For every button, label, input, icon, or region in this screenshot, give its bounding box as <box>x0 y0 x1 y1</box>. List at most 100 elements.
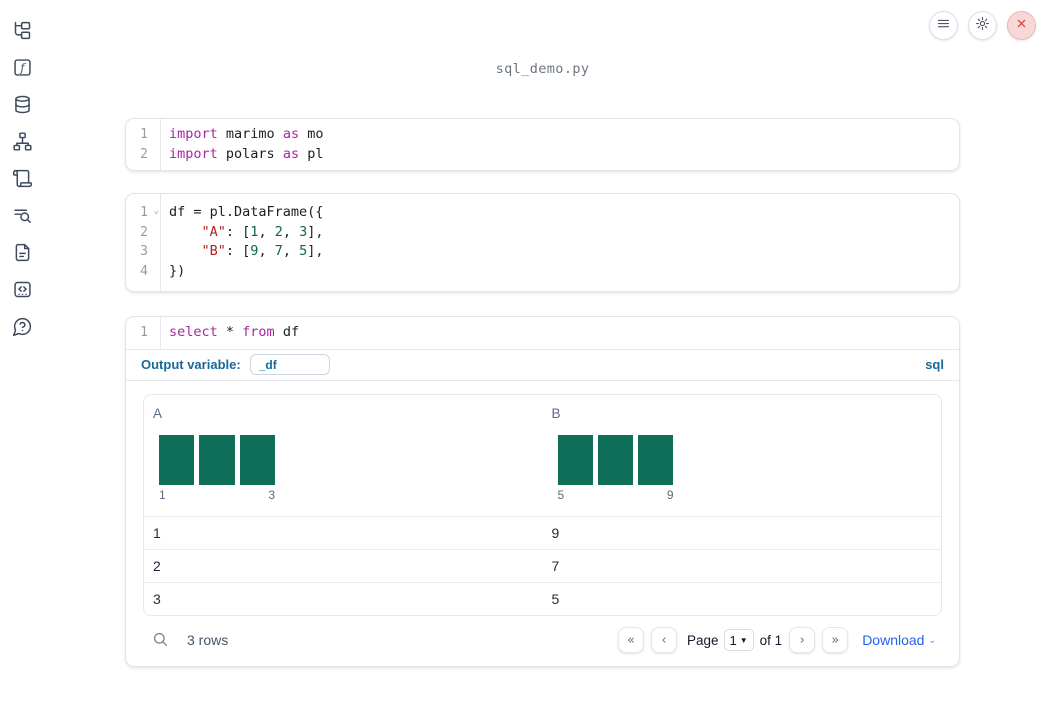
histogram-bar <box>597 434 634 485</box>
list-search-icon <box>12 205 33 231</box>
last-page-button[interactable]: » <box>822 627 849 654</box>
scroll-icon <box>12 168 33 194</box>
search-icon <box>151 633 170 653</box>
line-number: 2 <box>140 224 148 240</box>
code-line: "A": [1, 2, 3], <box>201 223 324 240</box>
column-name: B <box>551 405 561 421</box>
sidebar-item-variables[interactable]: f <box>11 59 33 81</box>
sidebar-item-file-explorer[interactable] <box>11 20 33 46</box>
code-line: select * from df <box>169 324 300 340</box>
row-count: 3 rows <box>187 632 229 649</box>
histogram-min-label: 5 <box>557 487 565 502</box>
download-label: Download <box>862 632 925 649</box>
notebook-filename: sql_demo.py <box>495 61 590 77</box>
sidebar-item-data-sources[interactable] <box>11 94 33 120</box>
chevrons-right-icon: » <box>831 632 840 648</box>
previous-page-button[interactable]: ‹ <box>650 627 677 654</box>
table-row[interactable]: 19 <box>144 515 941 549</box>
histogram-bar <box>159 434 195 485</box>
table-cell: 1 <box>153 524 161 541</box>
table-cell: 5 <box>551 590 560 607</box>
svg-text:f: f <box>19 60 26 74</box>
output-variable-input[interactable] <box>249 354 330 376</box>
gutter: 1 ⌄ 2 3 4 <box>126 194 161 291</box>
column-header-b[interactable]: B 5 9 <box>543 395 942 516</box>
histogram-labels: 1 3 <box>159 488 275 502</box>
column-histogram <box>557 434 674 485</box>
pagination: « ‹ Page 1 ▼ of 1 › » Download ⌄ <box>611 627 942 654</box>
code-lines[interactable]: select * from df <box>161 317 959 349</box>
cell-output: A 1 3 B 5 9 1 9 2 7 3 5 3 rows « ‹ Page … <box>126 379 959 666</box>
code-line: df = pl.DataFrame({ <box>169 204 324 220</box>
code-line: "B": [9, 7, 5], <box>201 243 324 260</box>
sidebar-item-search-logs[interactable] <box>11 207 33 229</box>
next-page-button[interactable]: › <box>789 627 816 654</box>
gear-icon <box>975 16 990 36</box>
column-histogram <box>159 434 275 485</box>
settings-button[interactable] <box>968 11 997 40</box>
code-line: import polars as pl <box>169 145 324 162</box>
search-button[interactable] <box>151 630 171 650</box>
histogram-min-label: 1 <box>159 487 166 502</box>
chevron-right-icon: › <box>799 632 805 648</box>
line-number: 3 <box>140 244 148 260</box>
sidebar-item-logs[interactable] <box>11 168 33 194</box>
notebook: sql_demo.py 12 import marimo as mo import… <box>125 0 960 713</box>
download-button[interactable]: Download ⌄ <box>862 632 936 648</box>
histogram-bar <box>638 434 674 485</box>
sidebar-item-dependencies[interactable] <box>11 131 33 157</box>
table-header: A 1 3 B 5 9 <box>144 395 941 516</box>
code-line: }) <box>169 263 186 280</box>
histogram-bar <box>557 434 593 485</box>
chevron-down-icon: ▼ <box>739 635 748 645</box>
shutdown-button[interactable] <box>1007 11 1036 40</box>
page-label: Page <box>686 632 719 648</box>
page-select-value: 1 <box>729 632 737 648</box>
code-cell-dataframe: 1 ⌄ 2 3 4 df = pl.DataFrame({ "A": [1, 2, 3]… <box>125 193 960 292</box>
code-lines[interactable]: df = pl.DataFrame({ "A": [1, 2, 3], "B":… <box>161 194 959 291</box>
code-lines[interactable]: import marimo as mo import polars as pl <box>161 119 959 170</box>
histogram-bar <box>239 434 275 485</box>
gutter: 1 <box>126 317 161 349</box>
dependency-graph-icon <box>12 131 33 157</box>
help-bubble-icon <box>12 316 33 342</box>
file-explorer-icon <box>12 20 33 46</box>
first-page-button[interactable]: « <box>617 627 644 654</box>
table-cell: 3 <box>153 590 161 607</box>
sidebar-item-documentation[interactable] <box>11 243 33 266</box>
output-variable-label: Output variable: <box>141 357 241 373</box>
line-number: 2 <box>140 146 148 162</box>
sidebar: f <box>0 0 44 713</box>
histogram-max-label: 9 <box>666 487 674 502</box>
line-number: 1 <box>140 325 148 340</box>
database-icon <box>12 94 33 120</box>
table-body: 192735 <box>144 515 941 615</box>
sql-cell: 1 select * from df Output variable: sql … <box>125 316 960 667</box>
table-row[interactable]: 35 <box>144 581 941 615</box>
column-name: A <box>153 405 163 421</box>
chevrons-left-icon: « <box>626 632 635 648</box>
sql-cell-footer: Output variable: sql <box>126 348 959 380</box>
histogram-max-label: 3 <box>268 487 275 502</box>
code-line: import marimo as mo <box>169 126 324 142</box>
gutter: 12 <box>126 119 161 171</box>
column-header-a[interactable]: A 1 3 <box>144 395 543 516</box>
table-cell: 7 <box>551 557 560 574</box>
language-badge[interactable]: sql <box>925 357 944 372</box>
table-footer: 3 rows « ‹ Page 1 ▼ of 1 › » Download ⌄ <box>143 616 942 665</box>
line-number: 4 <box>140 264 148 280</box>
histogram-bar <box>199 434 235 485</box>
page-select[interactable]: 1 ▼ <box>723 629 754 652</box>
table-row[interactable]: 27 <box>144 548 941 582</box>
chevron-left-icon: ‹ <box>661 632 667 648</box>
close-icon <box>1014 16 1029 36</box>
table-cell: 2 <box>153 557 161 574</box>
line-number: 1 ⌄ <box>126 203 160 223</box>
code-snippet-icon <box>12 279 33 305</box>
dataframe-table: A 1 3 B 5 9 1 9 2 7 3 5 <box>143 393 942 616</box>
page-of-label: of 1 <box>759 632 783 648</box>
fold-chevron-icon[interactable]: ⌄ <box>154 202 159 222</box>
variables-icon: f <box>12 57 33 83</box>
sidebar-item-snippets[interactable] <box>11 281 33 303</box>
sidebar-item-help[interactable] <box>11 316 33 342</box>
